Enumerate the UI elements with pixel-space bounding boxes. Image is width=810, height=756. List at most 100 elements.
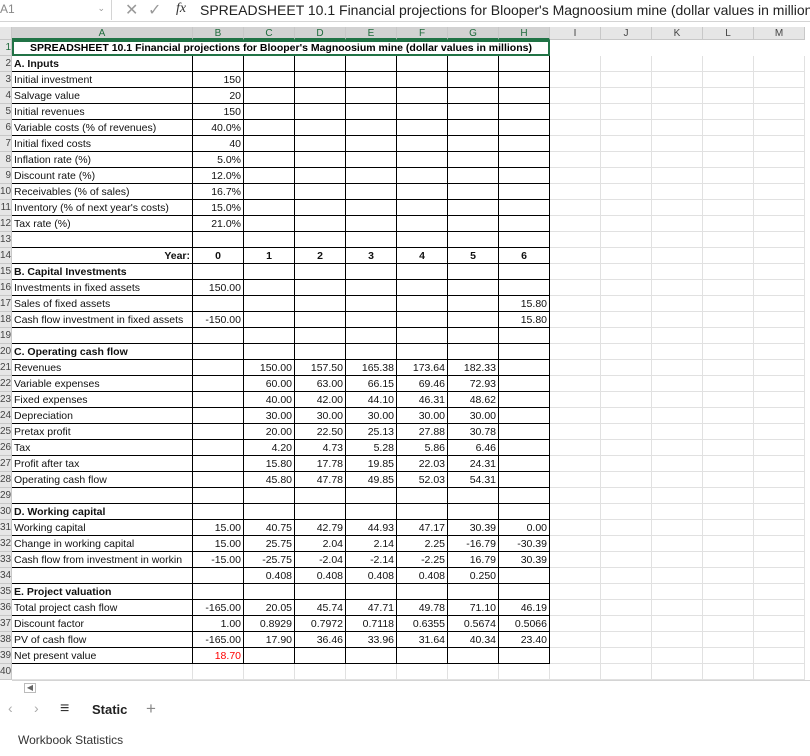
value-cell[interactable] [652,360,703,376]
value-cell[interactable] [703,280,754,296]
row-label[interactable]: Tax [12,440,193,456]
value-cell[interactable] [601,632,652,648]
value-cell[interactable] [448,264,499,280]
value-cell[interactable] [754,344,805,360]
row-header-2[interactable]: 2 [0,56,12,72]
value-cell[interactable] [754,264,805,280]
value-cell[interactable]: -15.00 [193,552,244,568]
value-cell[interactable]: 23.40 [499,632,550,648]
value-cell[interactable] [550,56,601,72]
value-cell[interactable] [703,120,754,136]
value-cell[interactable] [397,216,448,232]
value-cell[interactable]: 22.03 [397,456,448,472]
value-cell[interactable]: 15.80 [499,296,550,312]
value-cell[interactable] [550,648,601,664]
row-label[interactable]: E. Project valuation [12,584,193,600]
row-header-33[interactable]: 33 [0,552,12,568]
value-cell[interactable]: 30.00 [448,408,499,424]
value-cell[interactable] [652,88,703,104]
value-cell[interactable]: 30.00 [346,408,397,424]
value-cell[interactable] [295,120,346,136]
row-label[interactable]: Cash flow from investment in workin [12,552,193,568]
value-cell[interactable] [193,56,244,72]
value-cell[interactable] [499,568,550,584]
value-cell[interactable]: 45.80 [244,472,295,488]
column-header-j[interactable]: J [601,27,652,40]
row-label[interactable]: Total project cash flow [12,600,193,616]
value-cell[interactable] [244,664,295,680]
value-cell[interactable] [346,168,397,184]
row-label[interactable] [12,568,193,584]
value-cell[interactable] [601,616,652,632]
value-cell[interactable] [601,536,652,552]
row-header-26[interactable]: 26 [0,440,12,456]
value-cell[interactable] [244,312,295,328]
value-cell[interactable]: 42.79 [295,520,346,536]
value-cell[interactable] [754,104,805,120]
value-cell[interactable] [703,424,754,440]
column-header-a[interactable]: A [12,27,193,40]
value-cell[interactable]: 2 [295,248,346,264]
row-header-31[interactable]: 31 [0,520,12,536]
value-cell[interactable] [703,312,754,328]
value-cell[interactable]: 49.85 [346,472,397,488]
value-cell[interactable] [703,56,754,72]
value-cell[interactable] [346,120,397,136]
value-cell[interactable]: 150.00 [193,280,244,296]
column-header-l[interactable]: L [703,27,754,40]
value-cell[interactable] [244,504,295,520]
value-cell[interactable] [295,312,346,328]
row-header-24[interactable]: 24 [0,408,12,424]
value-cell[interactable] [652,216,703,232]
column-header-k[interactable]: K [652,27,703,40]
value-cell[interactable] [754,296,805,312]
row-header-21[interactable]: 21 [0,360,12,376]
value-cell[interactable] [550,88,601,104]
value-cell[interactable] [703,360,754,376]
value-cell[interactable] [295,168,346,184]
value-cell[interactable] [295,280,346,296]
value-cell[interactable] [193,296,244,312]
value-cell[interactable]: 5.0% [193,152,244,168]
value-cell[interactable] [499,328,550,344]
value-cell[interactable] [754,536,805,552]
row-header-14[interactable]: 14 [0,248,12,264]
value-cell[interactable]: 30.78 [448,424,499,440]
value-cell[interactable] [703,264,754,280]
value-cell[interactable] [346,200,397,216]
value-cell[interactable] [397,104,448,120]
value-cell[interactable]: 6 [499,248,550,264]
value-cell[interactable] [550,664,601,680]
row-label[interactable]: Investments in fixed assets [12,280,193,296]
value-cell[interactable]: 0.250 [448,568,499,584]
row-label[interactable]: Discount factor [12,616,193,632]
value-cell[interactable] [550,360,601,376]
value-cell[interactable] [550,616,601,632]
value-cell[interactable] [652,472,703,488]
value-cell[interactable]: -30.39 [499,536,550,552]
value-cell[interactable]: -165.00 [193,632,244,648]
value-cell[interactable]: 4.73 [295,440,346,456]
scroll-left-icon[interactable]: ◀ [24,683,36,693]
value-cell[interactable] [244,584,295,600]
value-cell[interactable] [193,568,244,584]
value-cell[interactable] [601,152,652,168]
value-cell[interactable] [601,232,652,248]
value-cell[interactable] [448,488,499,504]
value-cell[interactable] [754,456,805,472]
value-cell[interactable] [346,296,397,312]
row-header-30[interactable]: 30 [0,504,12,520]
value-cell[interactable]: 2.25 [397,536,448,552]
value-cell[interactable] [244,232,295,248]
value-cell[interactable] [652,296,703,312]
row-header-1[interactable]: 1 [0,40,12,56]
value-cell[interactable] [193,584,244,600]
row-header-9[interactable]: 9 [0,168,12,184]
row-label[interactable]: Sales of fixed assets [12,296,193,312]
value-cell[interactable] [703,376,754,392]
value-cell[interactable]: 0.6355 [397,616,448,632]
value-cell[interactable] [193,664,244,680]
value-cell[interactable] [448,648,499,664]
value-cell[interactable] [754,184,805,200]
value-cell[interactable] [295,232,346,248]
